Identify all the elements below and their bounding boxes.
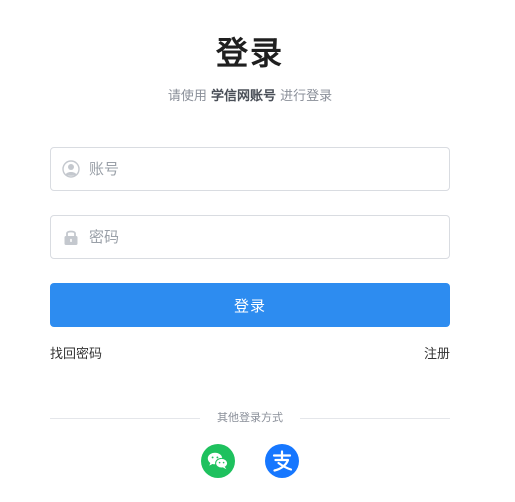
account-input[interactable]: [89, 148, 439, 190]
forgot-password-link[interactable]: 找回密码: [50, 345, 102, 365]
subtitle-account-type: 学信网账号: [210, 89, 276, 104]
alipay-login-button[interactable]: [265, 444, 299, 478]
subtitle-suffix: 进行登录: [280, 89, 333, 104]
login-button[interactable]: 登录: [50, 283, 450, 327]
lock-icon: [62, 228, 80, 246]
user-icon: [62, 160, 80, 178]
wechat-login-button[interactable]: [201, 444, 235, 478]
subtitle-prefix: 请使用: [167, 89, 207, 104]
register-link[interactable]: 注册: [424, 345, 450, 365]
wechat-icon: [207, 452, 229, 470]
divider-right: [300, 418, 450, 419]
page-title: 登录: [215, 34, 284, 72]
alipay-icon: [272, 450, 293, 472]
divider-left: [50, 418, 200, 419]
other-login-label: 其他登录方式: [217, 411, 283, 424]
login-subtitle: 请使用 学信网账号 进行登录: [0, 87, 500, 107]
password-input[interactable]: [89, 216, 439, 258]
account-field[interactable]: [50, 147, 450, 191]
password-field[interactable]: [50, 215, 450, 259]
